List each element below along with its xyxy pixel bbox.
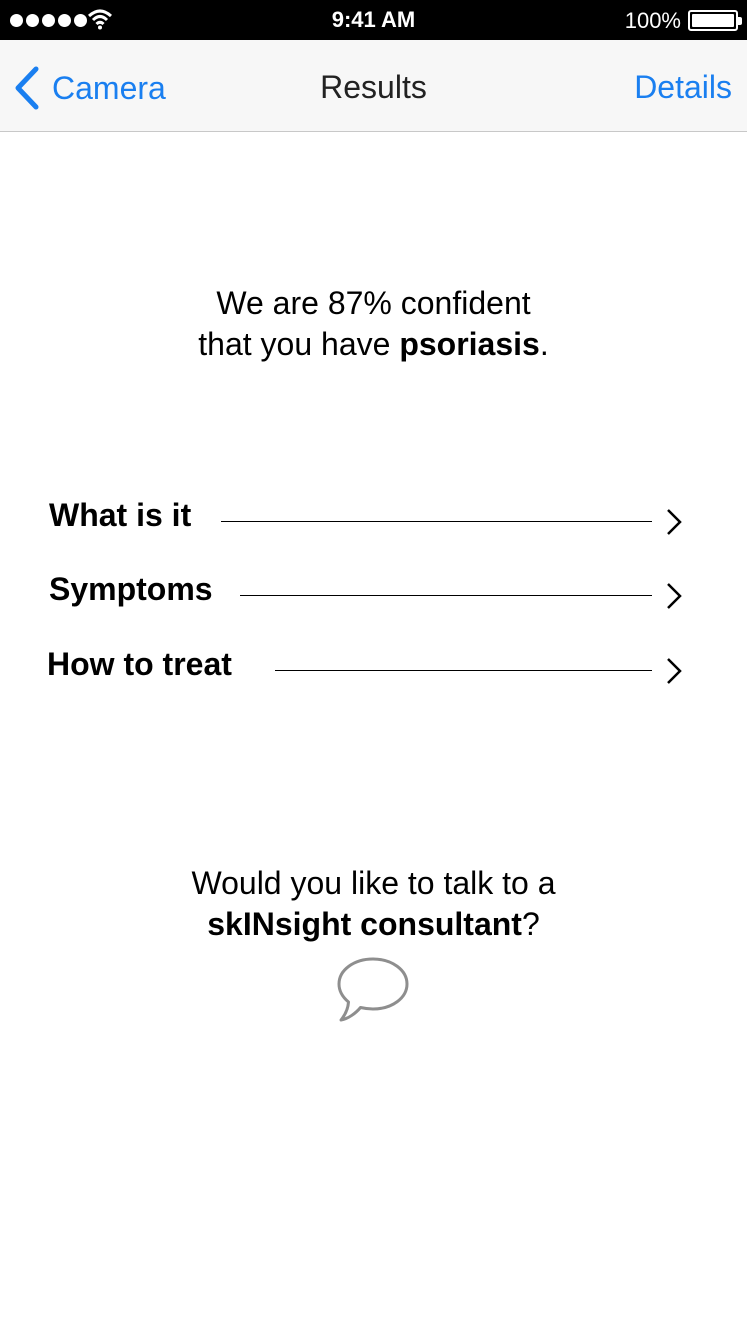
results-screen: 9:41 AM 100% Camera Results Details We a… xyxy=(0,0,747,1328)
condition-name: psoriasis xyxy=(399,326,540,362)
menu-item-how-to-treat[interactable]: How to treat xyxy=(0,646,747,700)
chevron-right-icon xyxy=(667,509,682,535)
consultant-name: skINsight consultant xyxy=(207,906,522,942)
divider-line xyxy=(240,595,652,596)
menu-item-what-is-it[interactable]: What is it xyxy=(0,497,747,551)
divider-line xyxy=(221,521,652,522)
result-message: We are 87% confident that you have psori… xyxy=(0,283,747,365)
chat-bubble-icon[interactable] xyxy=(335,955,411,1023)
status-bar: 9:41 AM 100% xyxy=(0,0,747,40)
battery-percentage: 100% xyxy=(624,8,681,33)
result-line-1: We are 87% confident xyxy=(216,285,531,321)
navigation-bar: Camera Results Details xyxy=(0,40,747,132)
menu-item-symptoms[interactable]: Symptoms xyxy=(0,571,747,625)
chevron-right-icon xyxy=(667,583,682,609)
consultant-line-2: skINsight consultant? xyxy=(207,906,540,942)
menu-item-label: What is it xyxy=(49,497,192,533)
chevron-right-icon xyxy=(667,658,682,684)
result-line-2: that you have psoriasis. xyxy=(198,326,549,362)
consultant-prompt: Would you like to talk to a skINsight co… xyxy=(0,863,747,945)
details-button[interactable]: Details xyxy=(634,69,732,106)
menu-item-label: Symptoms xyxy=(49,571,213,607)
battery-icon xyxy=(688,10,742,31)
consultant-line-1: Would you like to talk to a xyxy=(191,865,556,901)
divider-line xyxy=(275,670,652,671)
menu-item-label: How to treat xyxy=(47,646,232,682)
